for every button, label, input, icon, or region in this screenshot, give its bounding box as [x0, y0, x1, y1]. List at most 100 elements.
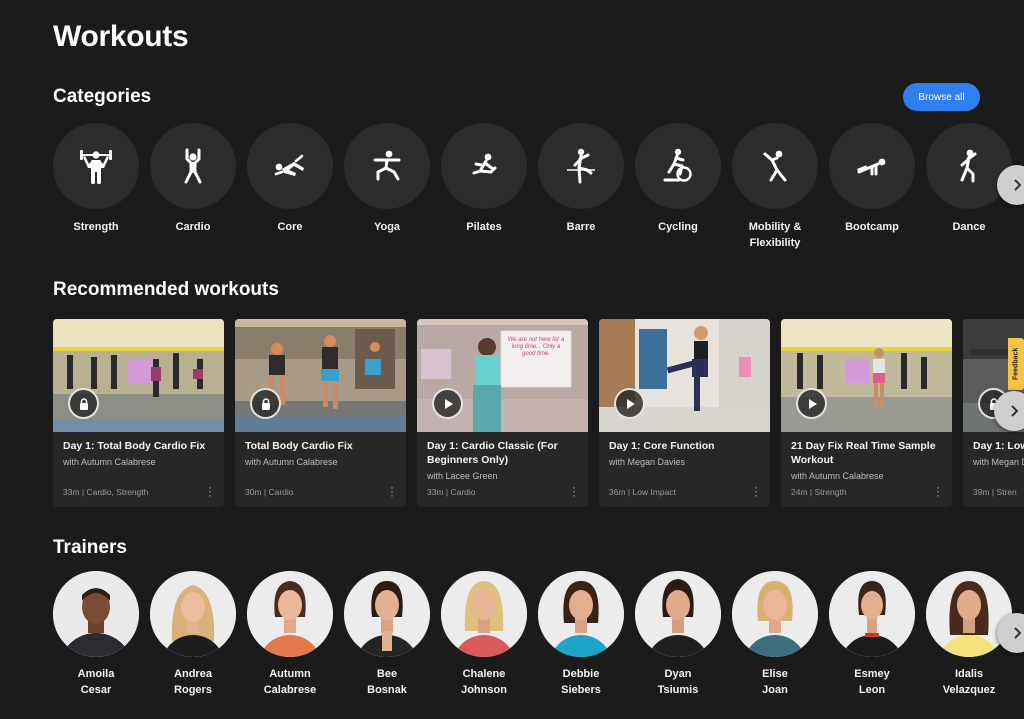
- workout-thumbnail: [235, 319, 406, 432]
- category-label: Cycling: [658, 221, 698, 233]
- bootcamp-icon: [857, 158, 886, 176]
- workout-meta: 39m | Stren: [973, 487, 1017, 497]
- workout-thumbnail: We are not here for a long time... Only …: [417, 319, 588, 432]
- play-icon: [614, 388, 645, 419]
- recommended-heading: Recommended workouts: [53, 279, 279, 300]
- trainers-heading: Trainers: [53, 537, 127, 558]
- workout-meta: 33m | Cardio: [427, 487, 476, 497]
- workouts-carousel: Day 1: Total Body Cardio Fix with Autumn…: [53, 319, 1024, 509]
- trainer-card[interactable]: Autumn Calabrese: [247, 571, 333, 698]
- category-mobility[interactable]: Mobility & Flexibility: [732, 123, 818, 251]
- trainer-name: Amoila Cesar: [77, 668, 115, 696]
- mobility-icon: [763, 150, 787, 182]
- workout-card[interactable]: We are not here for a long time... Only …: [417, 319, 588, 507]
- category-pilates[interactable]: Pilates: [441, 123, 527, 235]
- workout-title: Day 1: Cardio Classic (For Beginners Onl…: [427, 440, 558, 466]
- yoga-icon: [373, 150, 401, 181]
- trainer-avatar: [344, 571, 430, 657]
- workout-title: Total Body Cardio Fix: [245, 440, 353, 452]
- category-bootcamp[interactable]: Bootcamp: [829, 123, 915, 235]
- chevron-right-icon: [1014, 627, 1022, 639]
- trainer-name: Debbie Siebers: [561, 668, 601, 696]
- cardio-icon: [184, 148, 202, 184]
- trainer-name: Elise Joan: [762, 668, 788, 696]
- workout-title: Day 1: Core Function: [609, 440, 715, 452]
- chevron-right-icon: [1014, 179, 1022, 191]
- workout-thumbnail: [599, 319, 770, 432]
- trainer-avatar: [247, 571, 333, 657]
- workout-meta: 24m | Strength: [791, 487, 847, 497]
- workout-meta: 30m | Cardio: [245, 487, 294, 497]
- trainer-card[interactable]: Bee Bosnak: [344, 571, 430, 698]
- workout-thumbnail: [781, 319, 952, 432]
- trainer-name: Bee Bosnak: [367, 668, 407, 696]
- category-label: Pilates: [466, 221, 502, 233]
- cycling-icon: [663, 148, 692, 182]
- categories-heading: Categories: [53, 86, 152, 107]
- category-yoga[interactable]: Yoga: [344, 123, 430, 235]
- category-label: Strength: [73, 221, 119, 233]
- trainer-avatar: [829, 571, 915, 657]
- category-barre[interactable]: Barre: [538, 123, 624, 235]
- core-icon: [274, 154, 304, 176]
- category-label: Dance: [952, 221, 986, 233]
- trainers-carousel: Amoila Cesar Andrea Rogers Autumn Calabr…: [53, 571, 1024, 711]
- browse-all-button[interactable]: Browse all: [903, 83, 980, 111]
- lock-icon: [68, 388, 99, 419]
- category-label: Cardio: [175, 221, 211, 233]
- category-label: Core: [277, 221, 303, 233]
- workout-trainer: with Megan D: [973, 457, 1024, 467]
- trainer-card[interactable]: Elise Joan: [732, 571, 818, 698]
- strength-icon: [80, 150, 112, 184]
- trainer-card[interactable]: Esmey Leon: [829, 571, 915, 698]
- more-options-icon[interactable]: · · ·: [206, 481, 214, 501]
- trainer-card[interactable]: Chalene Johnson: [441, 571, 527, 698]
- feedback-tab[interactable]: Feedback: [1008, 338, 1024, 390]
- page-title: Workouts: [53, 20, 189, 53]
- categories-carousel: Strength Cardio Core Yoga Pilates Barre: [53, 123, 1024, 253]
- category-cycling[interactable]: Cycling: [635, 123, 721, 235]
- trainer-card[interactable]: Amoila Cesar: [53, 571, 139, 698]
- trainer-name: Idalis Velazquez: [942, 668, 996, 696]
- pilates-icon: [472, 153, 497, 175]
- more-options-icon[interactable]: · · ·: [570, 481, 578, 501]
- category-label: Barre: [566, 221, 596, 233]
- category-label: Mobility & Flexibility: [748, 221, 802, 249]
- workout-trainer: with Autumn Calabrese: [63, 457, 156, 467]
- trainer-card[interactable]: Dyan Tsiumis: [635, 571, 721, 698]
- trainer-name: Andrea Rogers: [174, 668, 212, 696]
- workout-trainer: with Autumn Calabrese: [245, 457, 338, 467]
- trainer-avatar: [150, 571, 236, 657]
- workout-card[interactable]: 21 Day Fix Real Time Sample Workout with…: [781, 319, 952, 507]
- chevron-right-icon: [1011, 405, 1019, 417]
- trainer-avatar: [635, 571, 721, 657]
- more-options-icon[interactable]: · · ·: [752, 481, 760, 501]
- trainer-avatar: [926, 571, 1012, 657]
- category-core[interactable]: Core: [247, 123, 333, 235]
- trainer-card[interactable]: Andrea Rogers: [150, 571, 236, 698]
- more-options-icon[interactable]: · · ·: [934, 481, 942, 501]
- trainer-name: Chalene Johnson: [461, 668, 507, 696]
- category-strength[interactable]: Strength: [53, 123, 139, 235]
- workout-card[interactable]: Day 1: Total Body Cardio Fix with Autumn…: [53, 319, 224, 507]
- more-options-icon[interactable]: · · ·: [388, 481, 396, 501]
- category-cardio[interactable]: Cardio: [150, 123, 236, 235]
- thumbnail-slogan: We are not here for a long time... Only …: [507, 337, 565, 357]
- play-icon: [796, 388, 827, 419]
- trainer-avatar: [441, 571, 527, 657]
- workout-title: Day 1: Low: [973, 440, 1024, 452]
- workout-title: Day 1: Total Body Cardio Fix: [63, 440, 206, 452]
- workout-meta: 33m | Cardio, Strength: [63, 487, 149, 497]
- workout-thumbnail: [53, 319, 224, 432]
- trainer-avatar: [538, 571, 624, 657]
- trainer-name: Dyan Tsiumis: [657, 668, 699, 696]
- workout-card[interactable]: Day 1: Core Function with Megan Davies 3…: [599, 319, 770, 507]
- workout-trainer: with Megan Davies: [609, 457, 686, 467]
- lock-icon: [250, 388, 281, 419]
- barre-icon: [567, 148, 595, 184]
- workout-card[interactable]: Total Body Cardio Fix with Autumn Calabr…: [235, 319, 406, 507]
- dance-icon: [960, 149, 977, 183]
- trainer-name: Autumn Calabrese: [263, 668, 317, 696]
- trainer-card[interactable]: Debbie Siebers: [538, 571, 624, 698]
- workout-title: 21 Day Fix Real Time Sample Workout: [791, 440, 936, 466]
